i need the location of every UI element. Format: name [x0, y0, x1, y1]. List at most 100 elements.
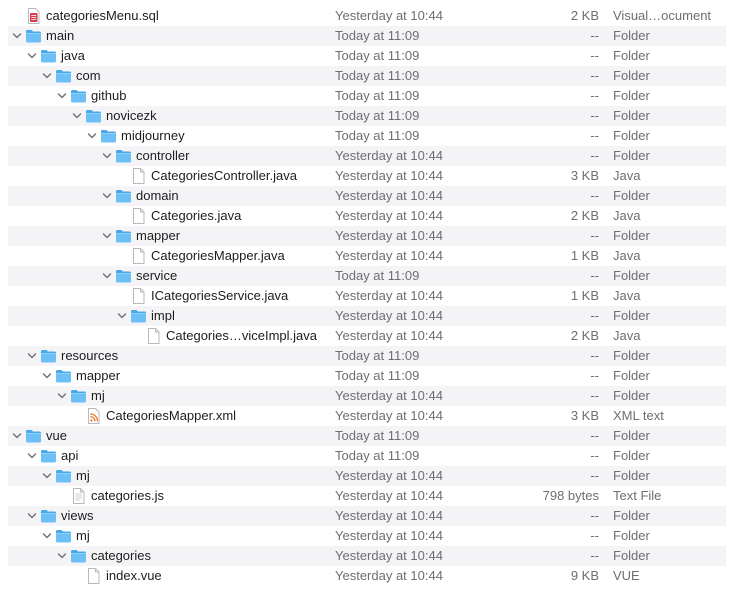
file-size: --	[590, 368, 599, 383]
disclosure-chevron-down-icon[interactable]	[26, 446, 38, 466]
list-item[interactable]: resources Today at 11:09 -- Folder	[0, 346, 734, 366]
list-item[interactable]: categoriesMenu.sql Yesterday at 10:44 2 KB…	[0, 6, 734, 26]
file-size: --	[590, 428, 599, 443]
list-item[interactable]: CategoriesController.java Yesterday at 10…	[0, 166, 734, 186]
file-kind: Java	[613, 168, 641, 183]
disclosure-chevron-down-icon[interactable]	[56, 546, 68, 566]
file-size: 1 KB	[570, 288, 599, 303]
disclosure-chevron-down-icon[interactable]	[86, 126, 98, 146]
list-item[interactable]: domain Yesterday at 10:44 -- Folder	[0, 186, 734, 206]
list-item[interactable]: categories.js Yesterday at 10:44 798 bytes…	[0, 486, 734, 506]
folder-icon	[130, 308, 147, 324]
sql-file-icon	[25, 8, 42, 24]
file-size: --	[590, 68, 599, 83]
date-modified: Yesterday at 10:44	[335, 568, 443, 583]
file-name: CategoriesController.java	[151, 168, 297, 183]
disclosure-chevron-down-icon[interactable]	[26, 46, 38, 66]
date-modified: Yesterday at 10:44	[335, 148, 443, 163]
list-item[interactable]: com Today at 11:09 -- Folder	[0, 66, 734, 86]
list-item[interactable]: service Today at 11:09 -- Folder	[0, 266, 734, 286]
date-modified: Today at 11:09	[335, 28, 420, 43]
list-item[interactable]: github Today at 11:09 -- Folder	[0, 86, 734, 106]
document-icon	[130, 208, 147, 224]
file-size: --	[590, 388, 599, 403]
date-modified: Today at 11:09	[335, 108, 420, 123]
file-size: --	[590, 448, 599, 463]
list-item[interactable]: Categories.java Yesterday at 10:44 2 KB Jav…	[0, 206, 734, 226]
list-item[interactable]: midjourney Today at 11:09 -- Folder	[0, 126, 734, 146]
list-item[interactable]: impl Yesterday at 10:44 -- Folder	[0, 306, 734, 326]
file-size: --	[590, 268, 599, 283]
file-kind: Folder	[613, 448, 650, 463]
file-kind: Folder	[613, 228, 650, 243]
list-item[interactable]: main Today at 11:09 -- Folder	[0, 26, 734, 46]
list-item[interactable]: views Yesterday at 10:44 -- Folder	[0, 506, 734, 526]
list-item[interactable]: controller Yesterday at 10:44 -- Folder	[0, 146, 734, 166]
file-kind: Folder	[613, 68, 650, 83]
disclosure-chevron-down-icon[interactable]	[101, 266, 113, 286]
list-item[interactable]: api Today at 11:09 -- Folder	[0, 446, 734, 466]
folder-icon	[40, 348, 57, 364]
disclosure-chevron-down-icon[interactable]	[56, 86, 68, 106]
disclosure-chevron-down-icon[interactable]	[41, 66, 53, 86]
list-item[interactable]: index.vue Yesterday at 10:44 9 KB VUE	[0, 566, 734, 586]
list-item[interactable]: CategoriesMapper.java Yesterday at 10:44 1…	[0, 246, 734, 266]
list-item[interactable]: novicezk Today at 11:09 -- Folder	[0, 106, 734, 126]
file-name: categories	[91, 548, 151, 563]
disclosure-chevron-down-icon[interactable]	[41, 466, 53, 486]
list-item[interactable]: mapper Yesterday at 10:44 -- Folder	[0, 226, 734, 246]
document-icon	[145, 328, 162, 344]
date-modified: Yesterday at 10:44	[335, 168, 443, 183]
date-modified: Today at 11:09	[335, 348, 420, 363]
folder-icon	[25, 28, 42, 44]
disclosure-chevron-down-icon[interactable]	[11, 426, 23, 446]
list-item[interactable]: mj Yesterday at 10:44 -- Folder	[0, 466, 734, 486]
list-item[interactable]: ICategoriesService.java Yesterday at 10:4…	[0, 286, 734, 306]
file-kind: Folder	[613, 428, 650, 443]
list-item[interactable]: mj Yesterday at 10:44 -- Folder	[0, 386, 734, 406]
file-size: 3 KB	[570, 168, 599, 183]
disclosure-chevron-down-icon[interactable]	[11, 26, 23, 46]
disclosure-chevron-down-icon[interactable]	[71, 106, 83, 126]
file-kind: Folder	[613, 348, 650, 363]
list-item[interactable]: categories Yesterday at 10:44 -- Folder	[0, 546, 734, 566]
date-modified: Yesterday at 10:44	[335, 488, 443, 503]
file-name: com	[76, 68, 101, 83]
list-item[interactable]: mj Yesterday at 10:44 -- Folder	[0, 526, 734, 546]
disclosure-chevron-down-icon[interactable]	[41, 526, 53, 546]
list-item[interactable]: mapper Today at 11:09 -- Folder	[0, 366, 734, 386]
file-kind: Folder	[613, 508, 650, 523]
disclosure-chevron-down-icon[interactable]	[101, 146, 113, 166]
disclosure-chevron-down-icon[interactable]	[41, 366, 53, 386]
file-kind: Folder	[613, 308, 650, 323]
folder-icon	[115, 228, 132, 244]
disclosure-chevron-down-icon[interactable]	[101, 226, 113, 246]
folder-icon	[70, 548, 87, 564]
file-name: views	[61, 508, 94, 523]
disclosure-chevron-down-icon[interactable]	[101, 186, 113, 206]
disclosure-chevron-down-icon[interactable]	[56, 386, 68, 406]
text-file-icon	[70, 488, 87, 504]
file-name: CategoriesMapper.xml	[106, 408, 237, 423]
file-size: --	[590, 108, 599, 123]
file-name: CategoriesMapper.java	[151, 248, 285, 263]
date-modified: Yesterday at 10:44	[335, 548, 443, 563]
file-kind: Java	[613, 248, 641, 263]
file-kind: Folder	[613, 148, 650, 163]
file-size: --	[590, 188, 599, 203]
list-item[interactable]: vue Today at 11:09 -- Folder	[0, 426, 734, 446]
list-item[interactable]: CategoriesMapper.xml Yesterday at 10:44 3 …	[0, 406, 734, 426]
date-modified: Today at 11:09	[335, 448, 420, 463]
list-item[interactable]: java Today at 11:09 -- Folder	[0, 46, 734, 66]
file-size: --	[590, 548, 599, 563]
folder-icon	[55, 368, 72, 384]
disclosure-chevron-down-icon[interactable]	[26, 506, 38, 526]
file-name: main	[46, 28, 75, 43]
disclosure-chevron-down-icon[interactable]	[116, 306, 128, 326]
list-item[interactable]: Categories…viceImpl.java Yesterday at 10:…	[0, 326, 734, 346]
disclosure-chevron-down-icon[interactable]	[26, 346, 38, 366]
date-modified: Today at 11:09	[335, 128, 420, 143]
file-name: Categories.java	[151, 208, 242, 223]
file-name: midjourney	[121, 128, 185, 143]
file-size: 2 KB	[570, 8, 599, 23]
